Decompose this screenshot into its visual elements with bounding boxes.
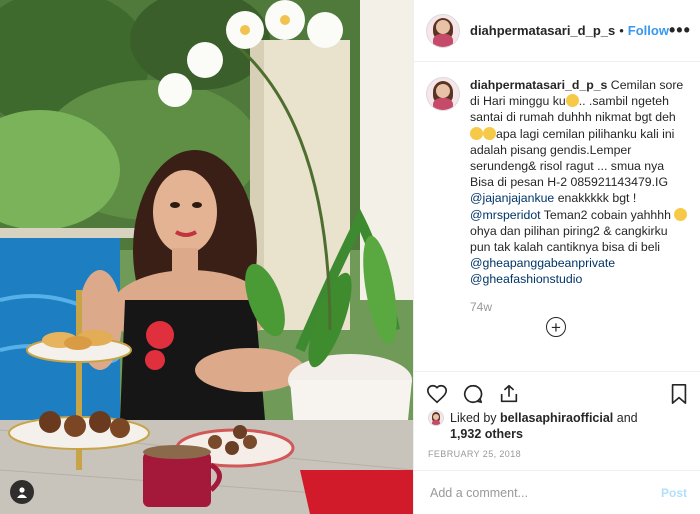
post-username[interactable]: diahpermatasari_d_p_s bbox=[470, 23, 615, 38]
post-comment-button[interactable]: Post bbox=[661, 486, 687, 500]
smile-emoji-icon bbox=[565, 94, 579, 108]
caption-username[interactable]: diahpermatasari_d_p_s bbox=[470, 78, 607, 92]
heart-icon[interactable] bbox=[426, 383, 448, 410]
mention-link[interactable]: @gheafashionstudio bbox=[470, 272, 582, 286]
likes-count[interactable]: 1,932 others bbox=[450, 427, 523, 441]
caption-part: Teman2 cobain yahhhh bbox=[540, 207, 675, 222]
mention-link[interactable]: @jajanjajankue bbox=[470, 191, 554, 205]
more-options-icon[interactable]: ••• bbox=[669, 20, 691, 41]
caption-time: 74w bbox=[470, 299, 493, 314]
post-date[interactable]: February 25, 2018 bbox=[428, 449, 521, 459]
bookmark-icon[interactable] bbox=[669, 383, 689, 410]
comment-icon[interactable] bbox=[462, 383, 484, 410]
action-bar bbox=[414, 371, 700, 413]
comment-input[interactable] bbox=[428, 484, 661, 501]
liker-avatar[interactable] bbox=[428, 410, 444, 426]
separator-dot: • bbox=[619, 23, 624, 38]
likes-middle: and bbox=[613, 411, 638, 425]
post-side-panel: diahpermatasari_d_p_s • Follow ••• diahp… bbox=[413, 0, 700, 514]
mention-link[interactable]: @gheapanggabeanprivate bbox=[470, 256, 615, 270]
post-header: diahpermatasari_d_p_s • Follow ••• bbox=[414, 0, 700, 62]
comments-section[interactable]: diahpermatasari_d_p_s Cemilan sore di Ha… bbox=[414, 63, 700, 371]
follow-button[interactable]: Follow bbox=[628, 23, 669, 38]
avatar[interactable] bbox=[426, 13, 460, 48]
mention-link[interactable]: @mrsperidot bbox=[470, 208, 541, 222]
load-more-comments-button[interactable]: + bbox=[546, 317, 566, 337]
caption: diahpermatasari_d_p_s Cemilan sore di Ha… bbox=[414, 63, 700, 288]
yum-emoji-icon bbox=[470, 126, 483, 140]
add-comment-bar: Post bbox=[414, 470, 700, 514]
share-icon[interactable] bbox=[498, 383, 520, 410]
caption-part: ohya dan pilihan piring2 & cangkirku pun… bbox=[470, 223, 668, 255]
caption-avatar[interactable] bbox=[426, 77, 460, 111]
liker-username[interactable]: bellasaphiraofficial bbox=[500, 411, 613, 425]
thumbs-up-emoji-icon bbox=[674, 207, 688, 221]
likes-summary: Liked by bellasaphiraofficial and 1,932 o… bbox=[428, 410, 638, 442]
likes-prefix: Liked by bbox=[450, 411, 501, 425]
caption-part: enakkkkk bgt ! bbox=[554, 191, 637, 206]
caption-text: diahpermatasari_d_p_s Cemilan sore di Ha… bbox=[470, 77, 689, 288]
ok-hand-emoji-icon bbox=[483, 126, 496, 140]
caption-part: apa lagi cemilan pilihanku kali ini adal… bbox=[470, 126, 675, 190]
post-photo[interactable] bbox=[0, 0, 413, 514]
user-tag-icon[interactable] bbox=[10, 480, 34, 504]
